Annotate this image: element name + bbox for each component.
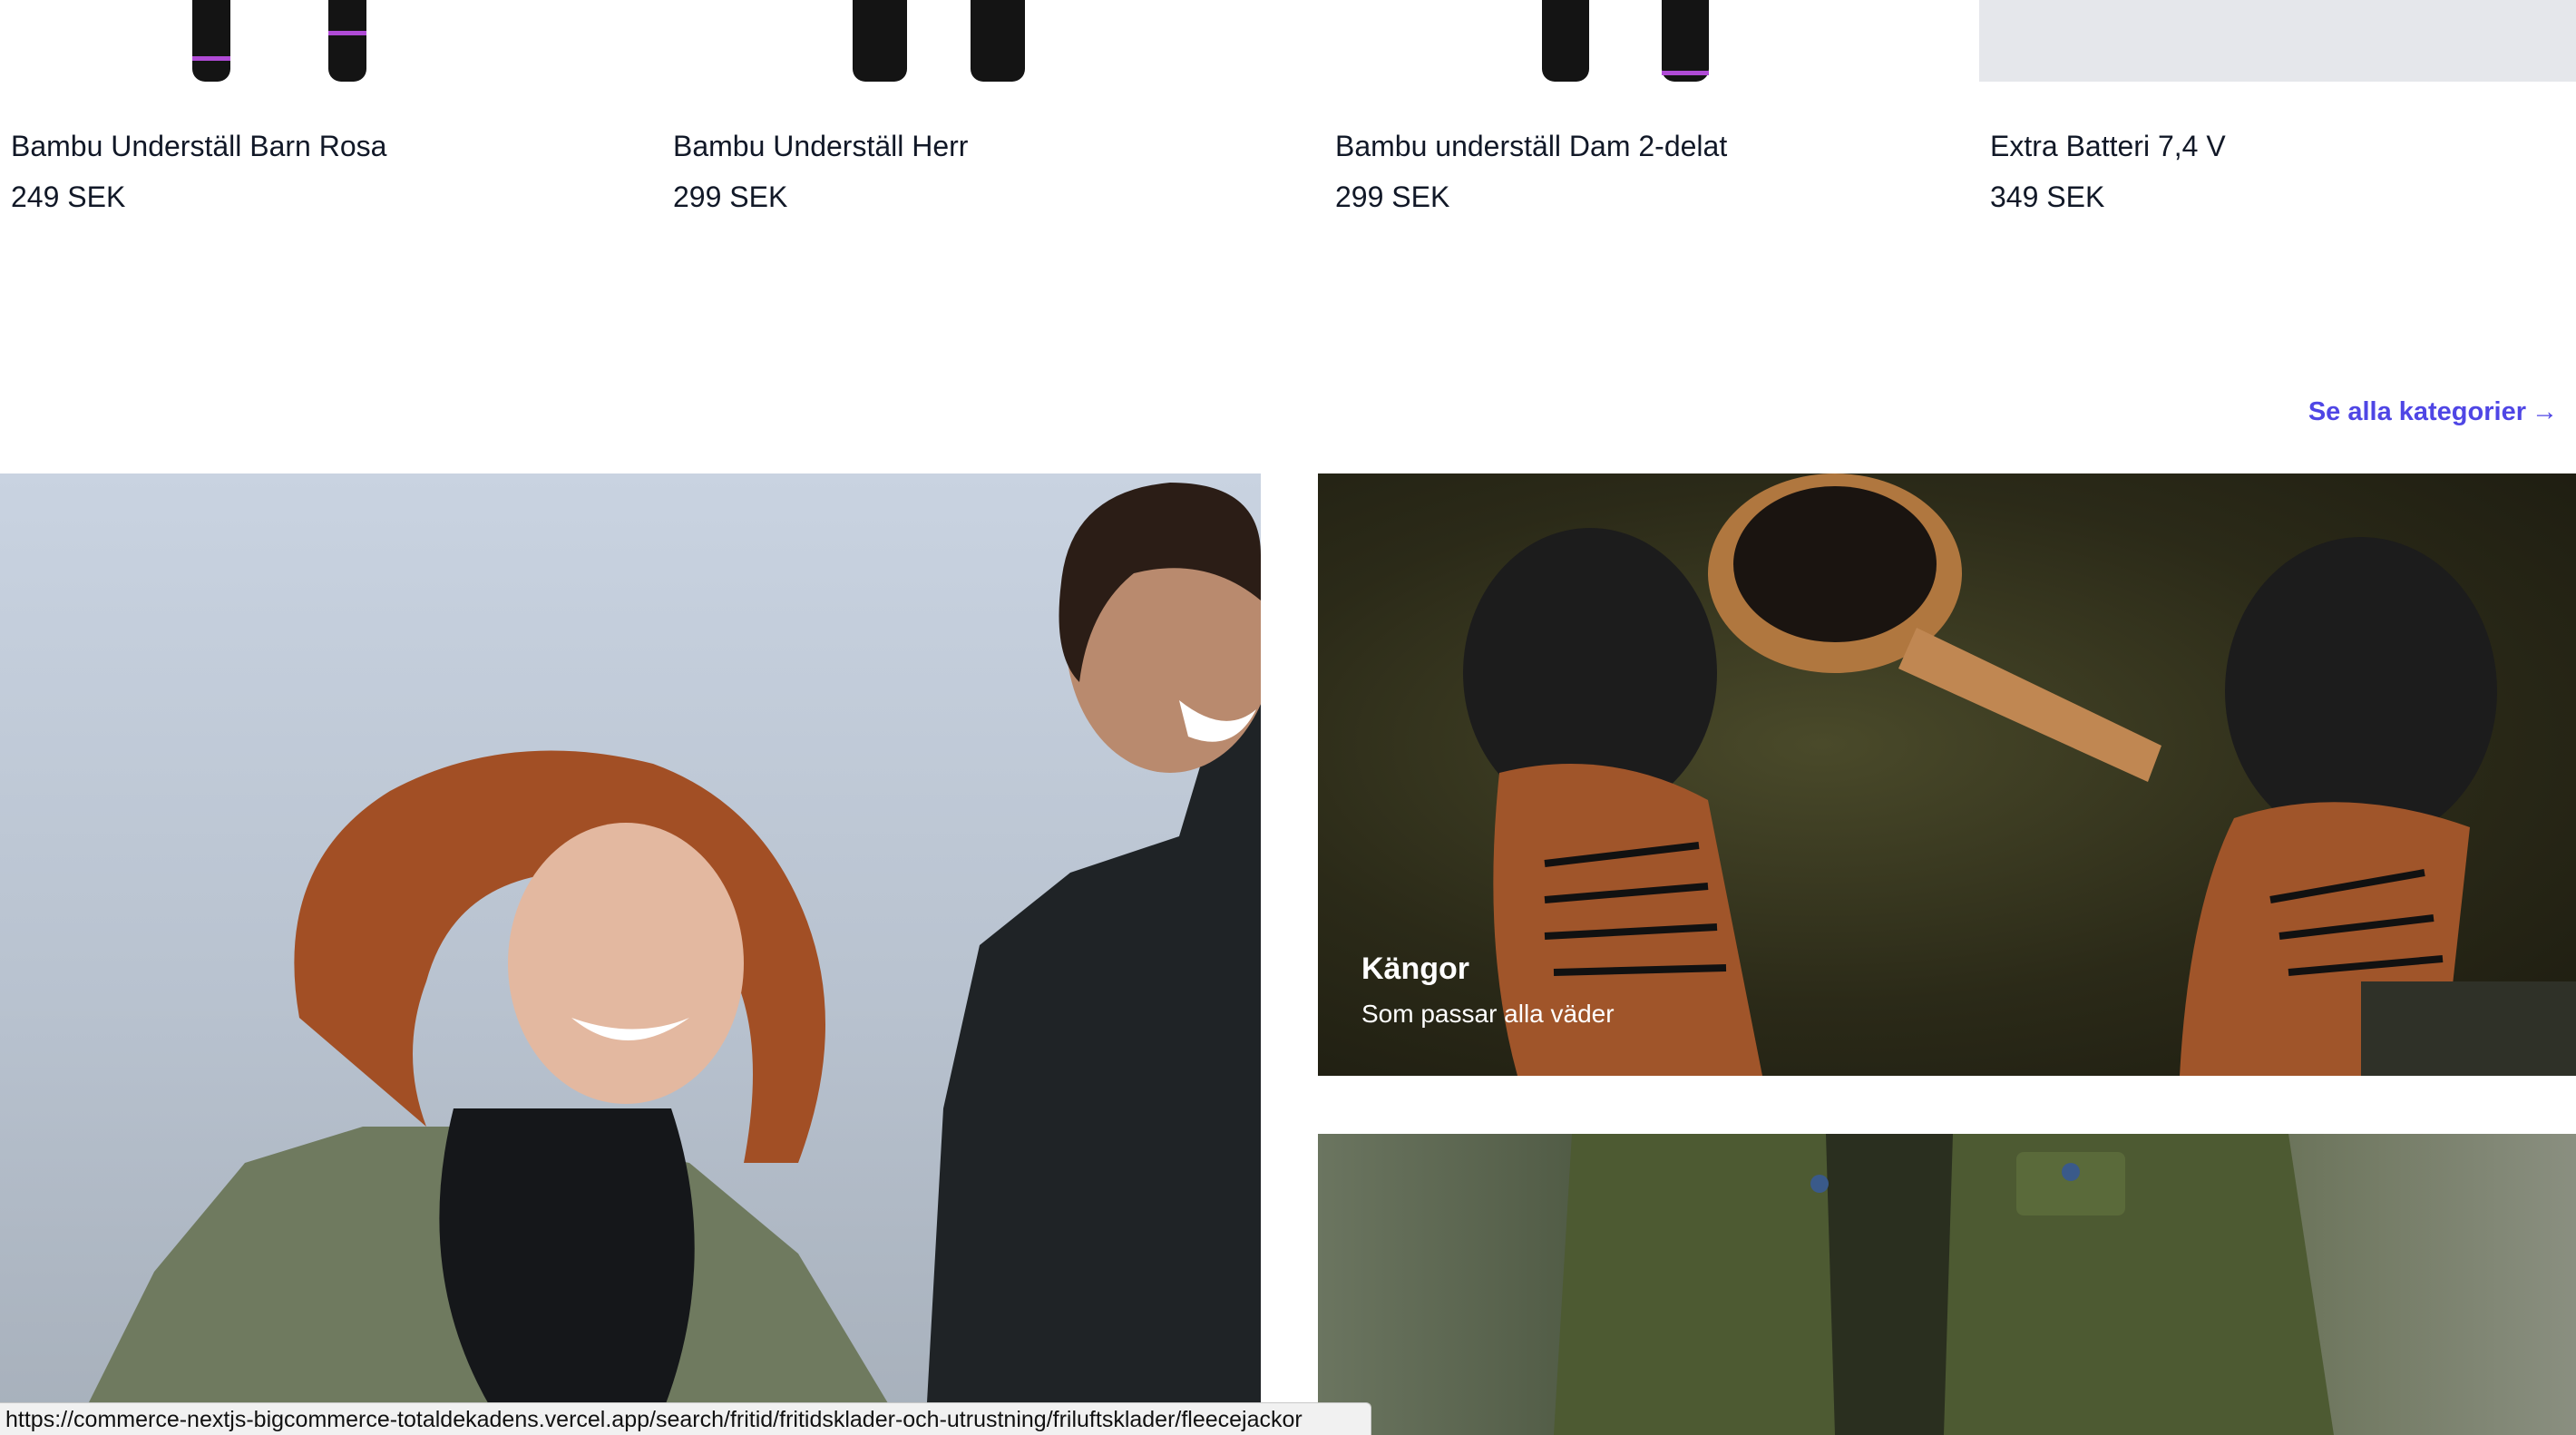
product-title[interactable]: Bambu Underställ Herr [673, 130, 968, 163]
product-image[interactable] [1324, 0, 1959, 82]
product-title[interactable]: Bambu Underställ Barn Rosa [11, 130, 386, 163]
category-tile-caption: Kängor Som passar alla väder [1361, 952, 1615, 1029]
green-outdoor-pants-photo [1554, 1134, 2334, 1435]
people-in-outdoor-jackets-photo [73, 483, 1261, 1435]
category-title: Kängor [1361, 952, 1469, 986]
status-bar-url: https://commerce-nextjs-bigcommerce-tota… [0, 1402, 1371, 1435]
product-card[interactable]: Extra Batteri 7,4 V 349 SEK [1979, 0, 2576, 236]
product-price: 249 SEK [11, 181, 126, 213]
product-title[interactable]: Extra Batteri 7,4 V [1990, 130, 2226, 163]
product-image[interactable] [0, 0, 635, 82]
category-tile-fleecejackor[interactable] [0, 473, 1261, 1435]
arrow-right-icon: → [2532, 397, 2558, 426]
product-price: 349 SEK [1990, 181, 2105, 213]
product-price: 299 SEK [1335, 181, 1450, 213]
category-tile-byxor[interactable] [1318, 1134, 2576, 1435]
product-image[interactable] [662, 0, 1297, 82]
see-all-label: Se alla kategorier [2308, 397, 2526, 426]
product-price: 299 SEK [673, 181, 788, 213]
product-card[interactable]: Bambu Underställ Herr 299 SEK [662, 0, 1297, 236]
product-image-placeholder[interactable] [1979, 0, 2576, 82]
category-subtitle: Som passar alla väder [1361, 1000, 1615, 1028]
category-tile-kangor[interactable]: Kängor Som passar alla väder [1318, 473, 2576, 1076]
product-card[interactable]: Bambu Underställ Barn Rosa 249 SEK [0, 0, 635, 236]
product-title[interactable]: Bambu underställ Dam 2-delat [1335, 130, 1727, 163]
see-all-categories-link[interactable]: Se alla kategorier → [2308, 397, 2558, 427]
product-card[interactable]: Bambu underställ Dam 2-delat 299 SEK [1324, 0, 1959, 236]
